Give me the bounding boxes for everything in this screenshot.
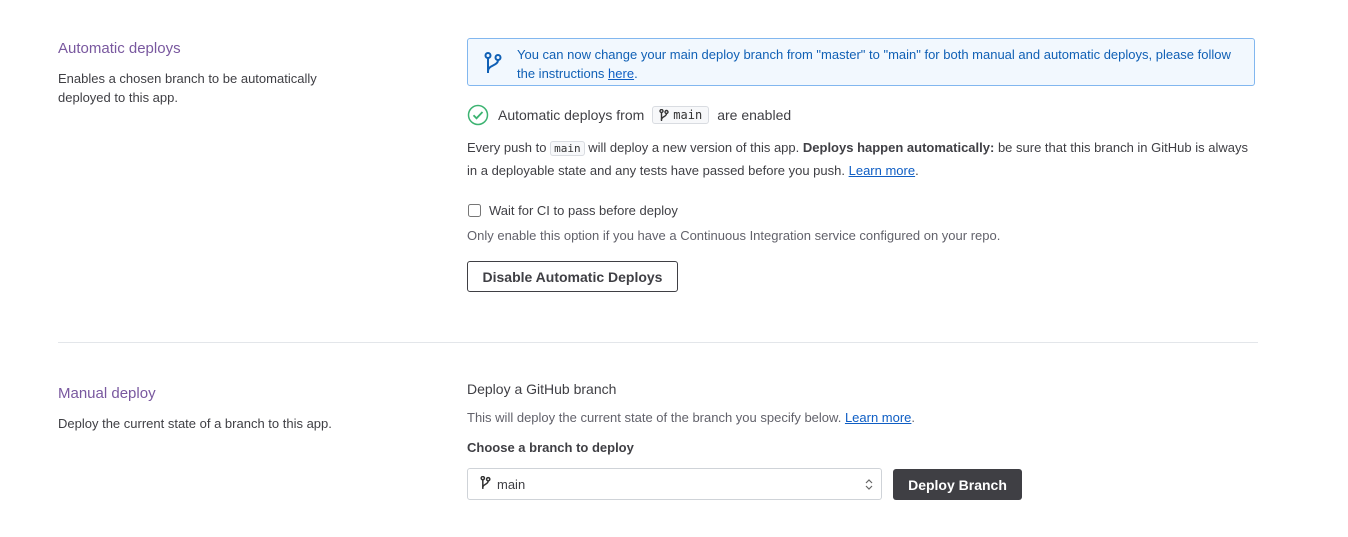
branch-icon xyxy=(659,108,669,121)
branch-notice: You can now change your main deploy bran… xyxy=(467,38,1255,86)
push-explanation: Every push to main will deploy a new ver… xyxy=(467,137,1257,182)
wait-for-ci-checkbox[interactable] xyxy=(468,204,481,217)
branch-notice-text: You can now change your main deploy bran… xyxy=(517,45,1247,83)
push-middle: will deploy a new version of this app. xyxy=(588,140,800,155)
instructions-link[interactable]: here xyxy=(608,66,634,81)
status-prefix: Automatic deploys from xyxy=(498,107,645,123)
manual-deploy-title: Manual deploy xyxy=(58,385,156,402)
status-suffix: are enabled xyxy=(717,107,792,123)
selected-branch-value: main xyxy=(497,476,526,492)
push-end: . xyxy=(915,163,919,178)
push-bold: Deploys happen automatically: xyxy=(802,140,995,155)
section-divider xyxy=(58,342,1258,343)
push-prefix: Every push to xyxy=(467,140,547,155)
check-circle-icon xyxy=(467,104,489,126)
wait-for-ci-label: Wait for CI to pass before deploy xyxy=(489,203,678,218)
branch-notice-end: . xyxy=(634,66,638,81)
select-caret-icon xyxy=(865,479,873,490)
auto-deploy-status: Automatic deploys from main are enabled xyxy=(467,104,791,126)
deploy-branch-button[interactable]: Deploy Branch xyxy=(893,469,1022,500)
ci-help-text: Only enable this option if you have a Co… xyxy=(467,228,1001,243)
deploy-desc-text: This will deploy the current state of th… xyxy=(467,410,842,425)
disable-automatic-deploys-button[interactable]: Disable Automatic Deploys xyxy=(467,261,678,292)
automatic-deploys-title: Automatic deploys xyxy=(58,40,181,57)
deploy-branch-description: This will deploy the current state of th… xyxy=(467,410,915,425)
branch-select[interactable]: main xyxy=(467,468,882,500)
choose-branch-label: Choose a branch to deploy xyxy=(467,440,634,455)
learn-more-link-auto[interactable]: Learn more xyxy=(849,163,915,178)
push-branch-code: main xyxy=(550,141,585,156)
deploy-desc-end: . xyxy=(911,410,916,425)
manual-deploy-description: Deploy the current state of a branch to … xyxy=(58,416,332,431)
wait-for-ci-row: Wait for CI to pass before deploy xyxy=(467,203,678,218)
learn-more-link-manual[interactable]: Learn more xyxy=(845,410,911,425)
deploy-github-branch-heading: Deploy a GitHub branch xyxy=(467,381,617,397)
status-branch-name: main xyxy=(673,108,703,122)
branch-icon xyxy=(484,52,502,81)
branch-icon xyxy=(480,475,491,493)
status-branch-chip: main xyxy=(652,106,710,124)
automatic-deploys-description: Enables a chosen branch to be automatica… xyxy=(58,71,317,105)
